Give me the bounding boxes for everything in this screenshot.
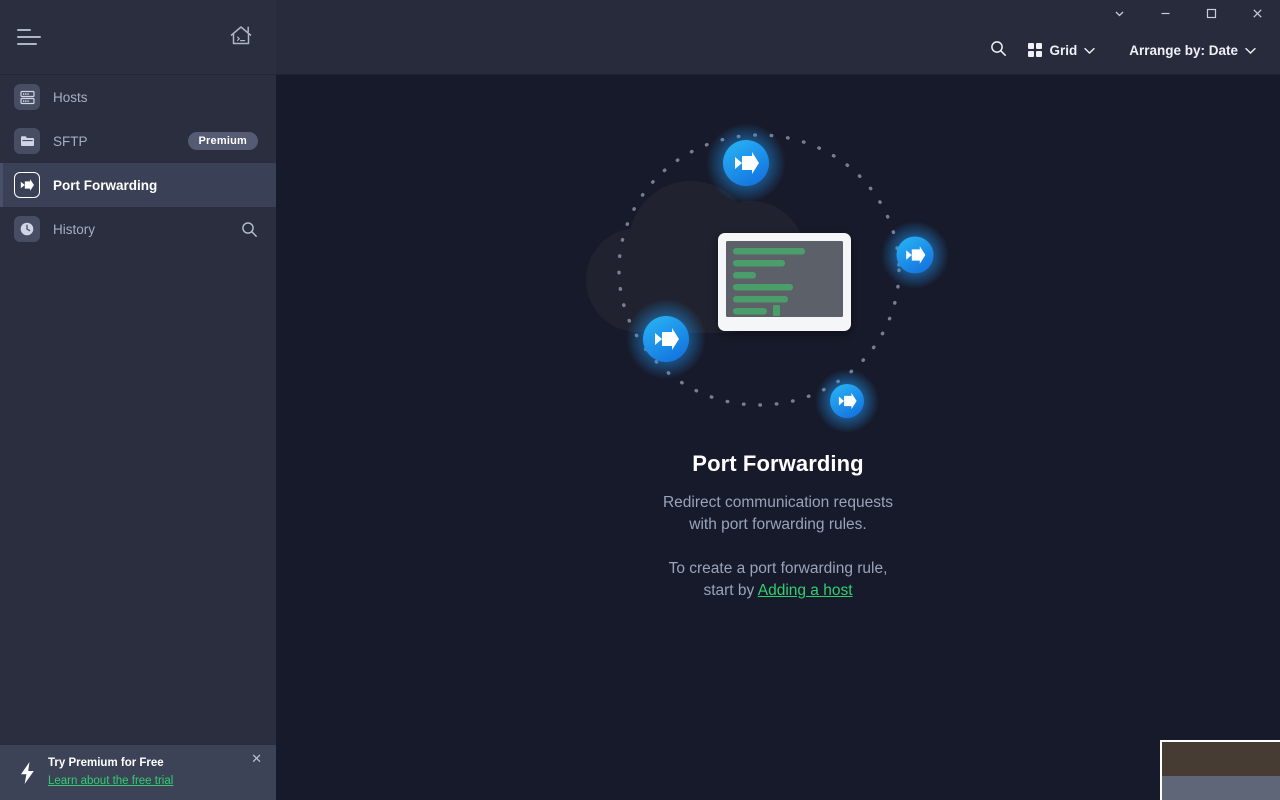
port-forwarding-illustration xyxy=(563,115,993,445)
thumbnail-image xyxy=(1162,742,1280,800)
view-mode-label: Grid xyxy=(1049,42,1078,58)
illustration-svg xyxy=(586,123,949,433)
port-forward-badge-left xyxy=(626,299,706,379)
terminal-window xyxy=(718,233,851,331)
promo-text: Try Premium for Free Learn about the fre… xyxy=(42,756,251,789)
window-more-chevron-down-icon[interactable] xyxy=(1096,0,1142,26)
sidebar-item-port-forwarding[interactable]: Port Forwarding xyxy=(0,163,276,207)
grid-icon xyxy=(1028,43,1043,57)
window-maximize-icon[interactable] xyxy=(1188,0,1234,26)
cta-prefix: start by xyxy=(703,582,758,599)
premium-badge[interactable]: Premium xyxy=(187,132,258,150)
folder-icon xyxy=(14,128,40,154)
home-terminal-icon[interactable] xyxy=(228,23,254,52)
thumbnail-sky xyxy=(1162,742,1280,778)
window-minimize-icon[interactable] xyxy=(1142,0,1188,26)
arrange-by-dropdown[interactable]: Arrange by: Date xyxy=(1121,38,1264,63)
subtitle-line-2: with port forwarding rules. xyxy=(689,516,867,533)
empty-state-subtitle: Redirect communication requests with por… xyxy=(663,492,893,536)
subtitle-line-1: Redirect communication requests xyxy=(662,494,894,511)
chevron-down-icon xyxy=(1084,43,1095,58)
premium-promo-banner[interactable]: Try Premium for Free Learn about the fre… xyxy=(0,745,276,800)
promo-link[interactable]: Learn about the free trial xyxy=(48,773,173,789)
empty-state: Port Forwarding Redirect communication r… xyxy=(276,75,1280,602)
cta-line-1: To create a port forwarding rule, xyxy=(668,560,888,577)
empty-state-cta: To create a port forwarding rule, start … xyxy=(669,558,888,602)
sidebar-item-label: SFTP xyxy=(53,133,88,149)
port-forward-arrow-icon xyxy=(14,172,40,198)
thumbnail-ground xyxy=(1162,776,1280,800)
content-toolbar: Grid Arrange by: Date xyxy=(276,26,1280,75)
view-mode-dropdown[interactable]: Grid xyxy=(1020,38,1103,63)
sidebar-item-hosts[interactable]: Hosts xyxy=(0,75,276,119)
server-rack-icon xyxy=(14,84,40,110)
port-forward-badge-top xyxy=(706,123,786,203)
arrange-by-label: Arrange by: Date xyxy=(1129,42,1238,58)
search-icon xyxy=(990,40,1007,60)
hamburger-icon[interactable] xyxy=(16,26,42,48)
search-button[interactable] xyxy=(983,35,1014,65)
lightning-bolt-icon xyxy=(12,761,42,785)
port-forward-badge-bottom xyxy=(815,369,879,433)
page-title: Port Forwarding xyxy=(692,451,864,476)
clock-icon xyxy=(14,216,40,242)
window-close-icon[interactable] xyxy=(1234,0,1280,26)
sidebar-item-label: Hosts xyxy=(53,89,88,105)
sidebar: Hosts SFTP Premium Port Forwarding Histo… xyxy=(0,0,276,800)
window-titlebar xyxy=(276,0,1280,26)
sidebar-item-label: Port Forwarding xyxy=(53,177,158,193)
sidebar-item-label: History xyxy=(53,221,96,237)
chevron-down-icon xyxy=(1245,43,1256,58)
port-forward-badge-right xyxy=(881,221,949,289)
app-window: Port Forwarding Redirect communication r… xyxy=(0,0,1280,800)
image-thumbnail-preview[interactable] xyxy=(1160,740,1280,800)
sidebar-nav: Hosts SFTP Premium Port Forwarding Histo… xyxy=(0,75,276,251)
history-search-icon[interactable] xyxy=(241,221,258,238)
close-icon[interactable]: ✕ xyxy=(251,745,262,767)
promo-title: Try Premium for Free xyxy=(48,757,164,769)
cta-line-2: start by Adding a host xyxy=(669,580,888,602)
main-content-area: Port Forwarding Redirect communication r… xyxy=(276,75,1280,800)
sidebar-header xyxy=(0,0,276,75)
adding-a-host-link[interactable]: Adding a host xyxy=(758,582,853,599)
sidebar-item-history[interactable]: History xyxy=(0,207,276,251)
sidebar-item-sftp[interactable]: SFTP Premium xyxy=(0,119,276,163)
